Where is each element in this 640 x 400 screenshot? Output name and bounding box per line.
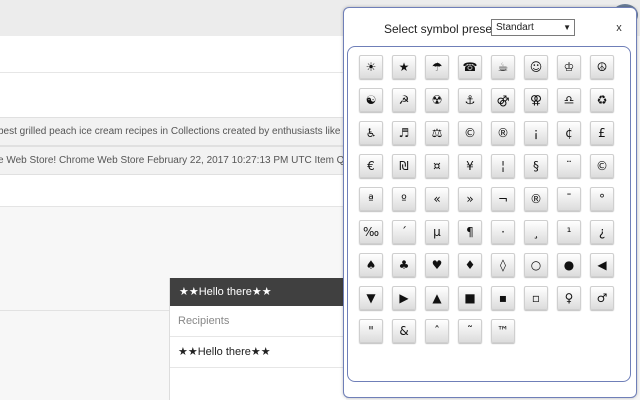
symbol-button[interactable]: ® (491, 121, 515, 145)
symbol-button[interactable]: ‰ (359, 220, 383, 244)
symbol-button[interactable]: ¢ (557, 121, 581, 145)
dropdown-arrow-icon: ▼ (563, 23, 571, 32)
symbol-button[interactable]: ▶ (392, 286, 416, 310)
symbol-button[interactable]: ™ (491, 319, 515, 343)
symbol-button[interactable]: £ (590, 121, 614, 145)
symbol-button[interactable]: « (425, 187, 449, 211)
popup-header: Select symbol preset: Standart ▼ x (344, 18, 636, 40)
background-strip-text: e Web Store! Chrome Web Store February 2… (0, 155, 345, 166)
symbol-button[interactable]: ▼ (359, 286, 383, 310)
symbol-button[interactable]: ♿ (359, 121, 383, 145)
symbol-button[interactable]: ´ (392, 220, 416, 244)
symbol-button[interactable]: ♎ (557, 88, 581, 112)
preset-label: Select symbol preset: (384, 22, 499, 36)
symbol-button[interactable]: º (392, 187, 416, 211)
symbol-button[interactable]: ★ (392, 55, 416, 79)
preset-select[interactable]: Standart ▼ (491, 19, 575, 36)
symbol-button[interactable]: ¡ (524, 121, 548, 145)
symbol-button[interactable]: ○ (524, 253, 548, 277)
symbol-button[interactable]: ¥ (458, 154, 482, 178)
symbol-button[interactable]: ♂ (590, 286, 614, 310)
symbol-button[interactable]: ® (524, 187, 548, 211)
symbol-button[interactable]: µ (425, 220, 449, 244)
symbol-button[interactable]: ♦ (458, 253, 482, 277)
symbol-button[interactable]: " (359, 319, 383, 343)
symbol-button[interactable]: ♔ (557, 55, 581, 79)
symbol-button[interactable]: ☕ (491, 55, 515, 79)
symbol-button[interactable]: ☭ (392, 88, 416, 112)
symbol-button[interactable]: ☮ (590, 55, 614, 79)
compose-window: ★★Hello there★★ Recipients ★★Hello there… (169, 278, 346, 400)
symbol-button[interactable]: ▪ (491, 286, 515, 310)
symbol-button[interactable]: ⚢ (524, 88, 548, 112)
symbol-button[interactable]: ☎ (458, 55, 482, 79)
compose-title[interactable]: ★★Hello there★★ (170, 278, 346, 306)
symbol-button[interactable]: ☯ (359, 88, 383, 112)
symbol-button[interactable]: & (392, 319, 416, 343)
symbol-button[interactable]: ☀ (359, 55, 383, 79)
subject-field[interactable]: ★★Hello there★★ (170, 337, 346, 368)
background-text-strip: e Web Store! Chrome Web Store February 2… (0, 146, 345, 175)
symbol-button[interactable]: ₪ (392, 154, 416, 178)
symbol-picker-popup: Select symbol preset: Standart ▼ x ☀ ★ ☂ ☎ ☕… (343, 7, 637, 398)
symbol-button[interactable]: ¨ (557, 154, 581, 178)
divider (0, 72, 345, 73)
symbol-button[interactable]: ▫ (524, 286, 548, 310)
symbol-button[interactable]: ⚖ (425, 121, 449, 145)
preset-selected-value: Standart (496, 22, 534, 33)
close-button[interactable]: x (612, 21, 626, 35)
symbol-button[interactable]: © (590, 154, 614, 178)
symbol-button[interactable]: ☺ (524, 55, 548, 79)
symbol-panel: ☀ ★ ☂ ☎ ☕ ☺ ♔ ☮ ☯ ☭ ☢ ⚓ ⚣ ⚢ ♎ ♻ ♿ ♬ ⚖ © ® ¡ ¢ £ € ₪ ¤ ¥ ¦ § ¨ © ª º « » ¬ ® ¯ °… (347, 46, 631, 382)
symbol-button[interactable]: ☢ (425, 88, 449, 112)
symbol-button[interactable]: ◊ (491, 253, 515, 277)
symbol-button[interactable]: ˜ (458, 319, 482, 343)
symbol-button[interactable]: ¬ (491, 187, 515, 211)
symbol-button[interactable]: » (458, 187, 482, 211)
symbol-button[interactable]: ♠ (359, 253, 383, 277)
symbol-button[interactable]: ° (590, 187, 614, 211)
symbol-button[interactable]: ¤ (425, 154, 449, 178)
symbol-button[interactable]: · (491, 220, 515, 244)
symbol-button[interactable]: ◀ (590, 253, 614, 277)
symbol-button[interactable]: ♬ (392, 121, 416, 145)
symbol-button[interactable]: ▲ (425, 286, 449, 310)
symbol-button[interactable]: ■ (458, 286, 482, 310)
symbol-button[interactable]: ⚓ (458, 88, 482, 112)
symbol-button[interactable]: ♻ (590, 88, 614, 112)
symbol-button[interactable]: ¯ (557, 187, 581, 211)
symbol-button[interactable]: ¿ (590, 220, 614, 244)
symbol-button[interactable]: ♀ (557, 286, 581, 310)
symbol-button[interactable]: ⚣ (491, 88, 515, 112)
symbol-button[interactable]: ● (557, 253, 581, 277)
symbol-button[interactable]: © (458, 121, 482, 145)
symbol-button[interactable]: ¹ (557, 220, 581, 244)
recipients-field[interactable]: Recipients (170, 306, 346, 337)
symbol-button[interactable]: ¶ (458, 220, 482, 244)
symbol-button[interactable]: ¦ (491, 154, 515, 178)
symbol-button[interactable]: ¸ (524, 220, 548, 244)
symbol-button[interactable]: ˆ (425, 319, 449, 343)
background-text-strip: best grilled peach ice cream recipes in … (0, 117, 345, 146)
symbol-button[interactable]: ♣ (392, 253, 416, 277)
symbol-button[interactable]: € (359, 154, 383, 178)
background-strip-text: best grilled peach ice cream recipes in … (0, 126, 345, 137)
symbol-button[interactable]: ♥ (425, 253, 449, 277)
symbol-button[interactable]: ª (359, 187, 383, 211)
symbol-button[interactable]: § (524, 154, 548, 178)
symbol-button[interactable]: ☂ (425, 55, 449, 79)
